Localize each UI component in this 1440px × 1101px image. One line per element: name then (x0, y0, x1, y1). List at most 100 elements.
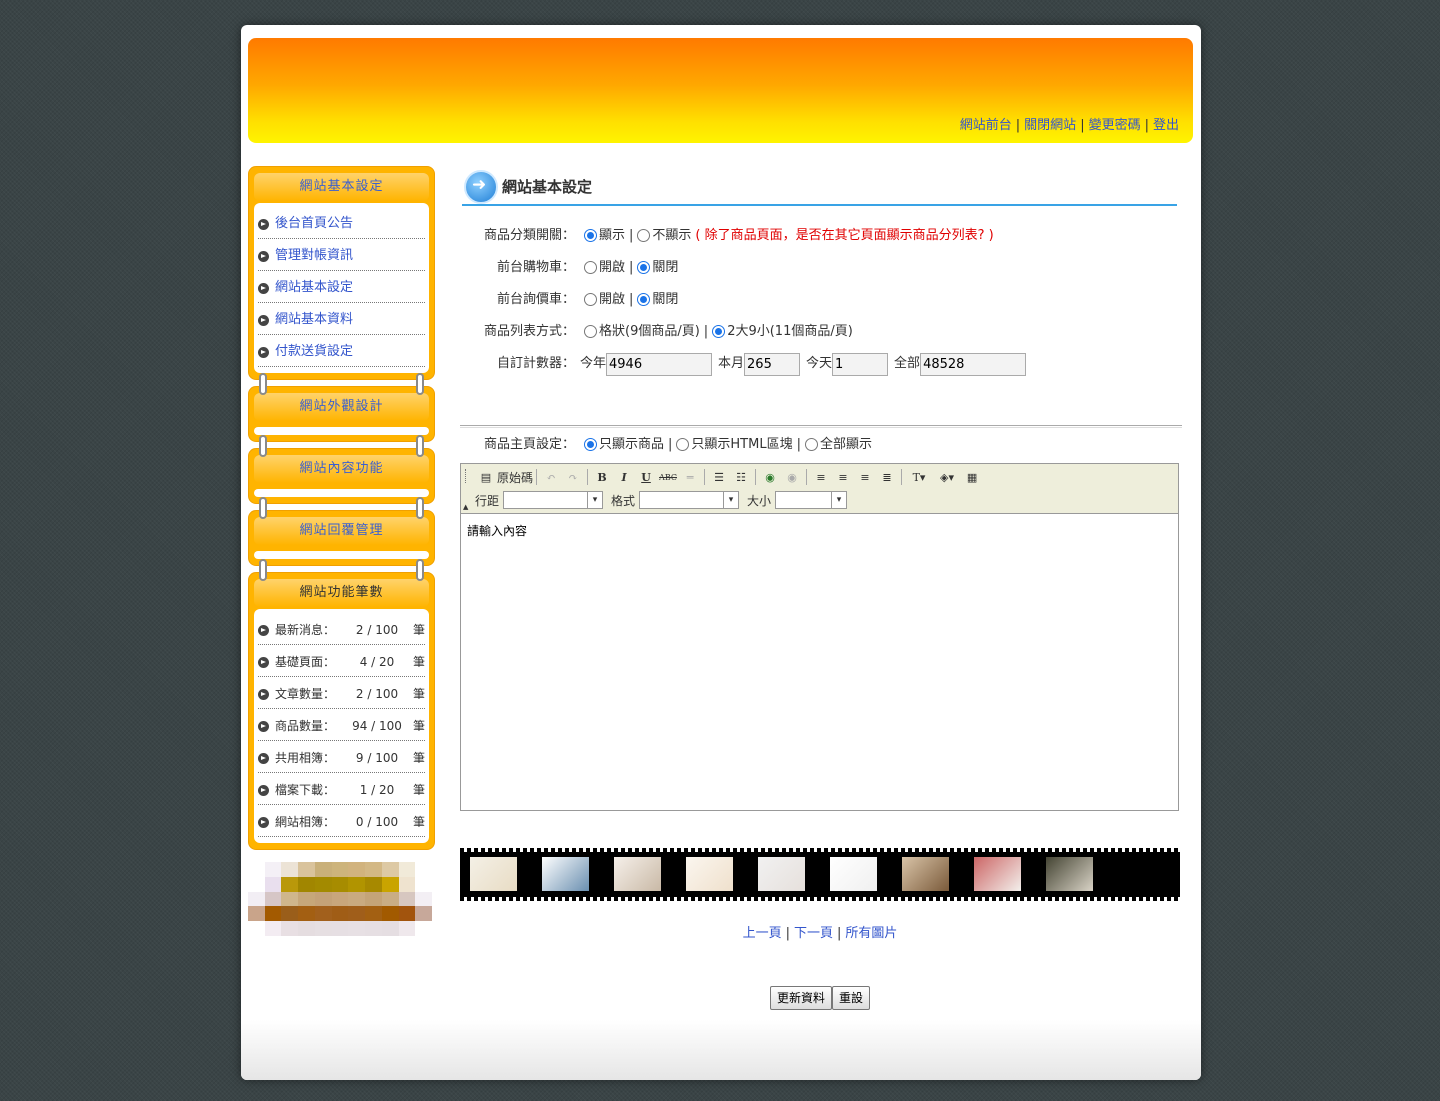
sidebar-item-basic-settings[interactable]: 網站基本設定 (258, 271, 425, 303)
field-label: 商品主頁設定： (483, 437, 575, 452)
horizontal-rule-icon[interactable]: ═ (679, 468, 701, 486)
update-button[interactable]: 更新資料 (769, 986, 832, 1010)
radio-only-html[interactable] (676, 437, 690, 451)
count-row: 文章數量： 2 / 100 筆 (258, 677, 425, 709)
arrow-circle-icon (258, 625, 269, 636)
align-left-icon[interactable]: ≡ (810, 468, 832, 486)
image-thumbnail[interactable] (830, 857, 877, 891)
radio-cart-close[interactable] (637, 260, 651, 274)
image-thumbnail[interactable] (614, 857, 661, 891)
strikethrough-icon[interactable]: ABC (657, 468, 679, 486)
next-page-link[interactable]: 下一頁 (794, 926, 833, 941)
image-thumbnail[interactable] (542, 857, 589, 891)
link-logout[interactable]: 登出 (1153, 118, 1179, 133)
menu-basic-settings: 網站基本設定 後台首頁公告 管理對帳資訊 網站基本設定 網站基本資料 付款送貨設… (248, 166, 435, 380)
prev-page-link[interactable]: 上一頁 (743, 926, 782, 941)
bold-icon[interactable]: B (591, 468, 613, 486)
divider (460, 425, 1182, 428)
counter-year-input[interactable]: 4946 (606, 352, 713, 376)
image-filmstrip (460, 848, 1180, 901)
image-thumbnail[interactable] (1046, 857, 1093, 891)
arrow-circle-icon (258, 219, 269, 230)
sidebar-item-homepage-notice[interactable]: 後台首頁公告 (258, 207, 425, 239)
menu-items (254, 427, 429, 435)
size-select[interactable] (775, 491, 848, 509)
settings-form: 商品分類開關： 顯示 | 不顯示 ( 除了商品頁面，是否在其它頁面顯示商品分列表?… (460, 220, 1180, 380)
pixelated-logo (248, 862, 432, 936)
italic-icon[interactable]: I (613, 468, 635, 486)
field-label: 自訂計數器： (496, 356, 575, 371)
separator: | (668, 437, 673, 452)
image-thumbnail[interactable] (686, 857, 733, 891)
radio-show-all[interactable] (804, 437, 818, 451)
unordered-list-icon[interactable]: ☷ (730, 468, 752, 486)
insert-link-icon[interactable]: ◉ (759, 468, 781, 486)
undo-icon[interactable]: ↶ (540, 468, 562, 486)
underline-icon[interactable]: U (635, 468, 657, 486)
count-row: 最新消息： 2 / 100 筆 (258, 613, 425, 645)
binder-ring-icon (416, 559, 424, 581)
menu-content-functions: 網站內容功能 (248, 435, 435, 504)
count-value: 94 / 100 (352, 719, 402, 733)
menu-title[interactable]: 網站外觀設計 (254, 393, 429, 421)
image-thumbnail[interactable] (902, 857, 949, 891)
radio-label: 只顯示HTML區塊 (691, 437, 793, 452)
toolbar-grip-icon (465, 469, 468, 483)
count-value: 1 / 20 (359, 783, 395, 797)
menu-title[interactable]: 網站內容功能 (254, 455, 429, 483)
table-icon[interactable]: ▦ (961, 468, 983, 486)
menu-title[interactable]: 網站回覆管理 (254, 517, 429, 545)
link-site-front[interactable]: 網站前台 (960, 118, 1012, 133)
image-thumbnail[interactable] (974, 857, 1021, 891)
counter-month-input[interactable]: 265 (744, 352, 801, 376)
editor-toolbar: ▤ 原始碼 ↶ ↷ B I U ABC ═ ☰ ☷ ◉ ◉ ≡ ≡ ≡ ≣ T▾… (461, 464, 1178, 514)
counter-day-label: 今天 (806, 356, 833, 371)
radio-only-products[interactable] (584, 437, 597, 451)
link-change-password[interactable]: 變更密碼 (1089, 118, 1141, 133)
redo-icon[interactable]: ↷ (562, 468, 584, 486)
radio-grid[interactable] (584, 324, 597, 338)
remove-link-icon[interactable]: ◉ (781, 468, 803, 486)
count-value: 2 / 100 (355, 687, 399, 701)
sidebar-item-payment-shipping[interactable]: 付款送貨設定 (258, 335, 425, 367)
image-thumbnail[interactable] (470, 857, 517, 891)
separator: | (785, 926, 790, 941)
link-close-site[interactable]: 關閉網站 (1024, 118, 1076, 133)
align-right-icon[interactable]: ≡ (854, 468, 876, 486)
menu-title[interactable]: 網站基本設定 (254, 173, 429, 201)
image-thumbnail[interactable] (758, 857, 805, 891)
radio-cart-open[interactable] (584, 260, 597, 274)
reset-button[interactable]: 重設 (832, 986, 871, 1010)
arrow-circle-icon (258, 657, 269, 668)
separator: | (629, 292, 634, 307)
sidebar-item-billing-info[interactable]: 管理對帳資訊 (258, 239, 425, 271)
list-mode-options: 格狀(9個商品/頁) | 2大9小(11個商品/頁) (584, 316, 853, 348)
collapse-toolbar-icon[interactable]: ▲ (463, 503, 468, 511)
separator: | (796, 437, 801, 452)
radio-2big9small[interactable] (712, 324, 726, 338)
counter-total-input[interactable]: 48528 (920, 352, 1027, 376)
field-label: 商品分類開關： (483, 228, 575, 243)
source-button[interactable]: 原始碼 (497, 469, 533, 486)
counter-day-input[interactable]: 1 (832, 352, 889, 376)
count-unit: 筆 (412, 783, 425, 797)
ordered-list-icon[interactable]: ☰ (708, 468, 730, 486)
toolbar-separator (587, 469, 589, 485)
counter-fields: 今年 4946 本月 265 今天 1 全部 48528 (580, 348, 1027, 380)
radio-inquiry-close[interactable] (637, 292, 651, 306)
radio-show[interactable] (584, 228, 597, 242)
editor-content-area[interactable]: 請輸入內容 (461, 514, 1178, 547)
text-color-icon[interactable]: T▾ (905, 468, 933, 486)
align-center-icon[interactable]: ≡ (832, 468, 854, 486)
arrow-circle-icon (258, 785, 269, 796)
sidebar-item-basic-data[interactable]: 網站基本資料 (258, 303, 425, 335)
format-select[interactable] (639, 491, 740, 509)
sidebar-item-label: 管理對帳資訊 (275, 248, 354, 263)
radio-hide[interactable] (637, 228, 651, 242)
separator: | (837, 926, 842, 941)
align-justify-icon[interactable]: ≣ (876, 468, 898, 486)
all-images-link[interactable]: 所有圖片 (845, 926, 897, 941)
radio-inquiry-open[interactable] (584, 292, 597, 306)
background-color-icon[interactable]: ◈▾ (933, 468, 961, 486)
line-height-select[interactable] (503, 491, 604, 509)
